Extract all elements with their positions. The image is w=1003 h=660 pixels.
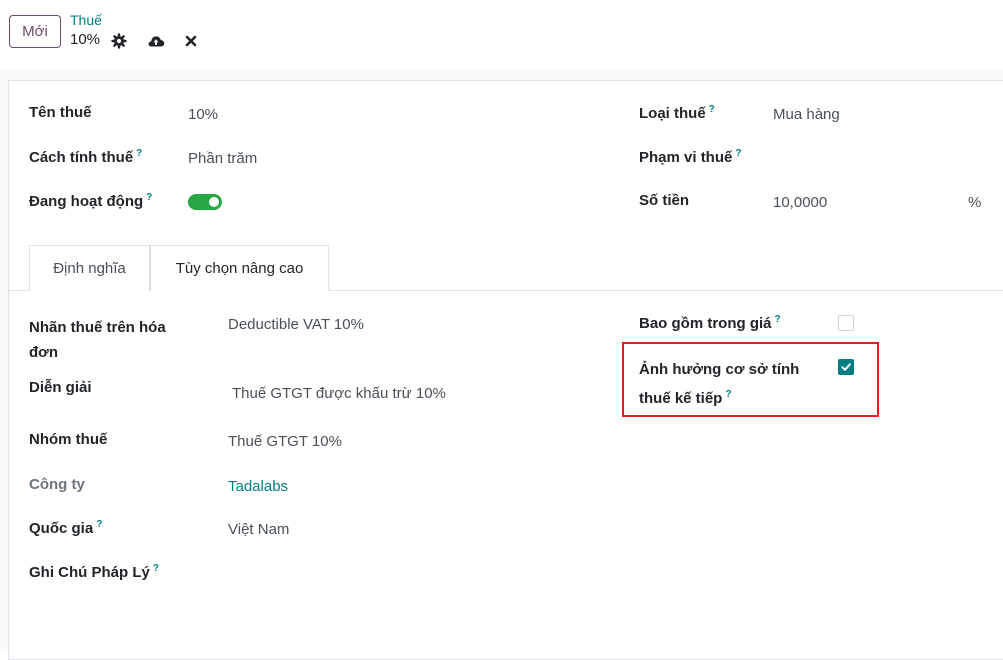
- country-label: Quốc gia?: [29, 519, 102, 537]
- price-include-label-text: Bao gồm trong giá: [639, 315, 772, 332]
- tax-name-label: Tên thuế: [29, 104, 92, 121]
- tax-type-label-text: Loại thuế: [639, 105, 706, 122]
- company-link[interactable]: Tadalabs: [228, 478, 288, 495]
- breadcrumb-current: 10%: [70, 31, 101, 48]
- help-icon[interactable]: ?: [96, 519, 102, 530]
- active-label: Đang hoạt động?: [29, 192, 152, 210]
- tax-computation-label-text: Cách tính thuế: [29, 149, 134, 166]
- price-include-label: Bao gồm trong giá?: [639, 314, 781, 332]
- tax-scope-label-text: Phạm vi thuế: [639, 149, 733, 166]
- tab-definition[interactable]: Định nghĩa: [29, 245, 150, 291]
- help-icon[interactable]: ?: [735, 148, 741, 159]
- country-label-text: Quốc gia: [29, 520, 94, 537]
- description-label: Diễn giải: [29, 379, 92, 396]
- control-panel: Mới Thuế 10%: [0, 0, 1003, 71]
- new-button[interactable]: Mới: [9, 15, 61, 48]
- price-include-checkbox[interactable]: [838, 315, 854, 331]
- tax-computation-field[interactable]: Phần trăm: [188, 150, 257, 167]
- toggle-knob: [209, 197, 219, 207]
- help-icon[interactable]: ?: [153, 563, 159, 574]
- legal-notes-label-text: Ghi Chú Pháp Lý: [29, 564, 150, 581]
- company-label: Công ty: [29, 476, 85, 493]
- tax-computation-label: Cách tính thuế?: [29, 148, 142, 166]
- amount-unit: %: [968, 194, 982, 211]
- invoice-label-line2: đơn: [29, 344, 58, 361]
- highlight-box: [622, 342, 879, 417]
- active-label-text: Đang hoạt động: [29, 193, 144, 210]
- help-icon[interactable]: ?: [146, 192, 152, 203]
- cloud-upload-icon[interactable]: [147, 33, 165, 49]
- gear-icon[interactable]: [111, 33, 127, 49]
- tax-name-field[interactable]: 10%: [188, 106, 218, 123]
- legal-notes-label: Ghi Chú Pháp Lý?: [29, 563, 159, 581]
- invoice-label-field[interactable]: Deductible VAT 10%: [228, 316, 364, 333]
- breadcrumb-parent[interactable]: Thuế: [70, 12, 102, 28]
- invoice-label-label: Nhãn thuế trên hóa đơn: [29, 315, 166, 365]
- help-icon[interactable]: ?: [775, 314, 781, 325]
- country-field[interactable]: Việt Nam: [228, 521, 289, 538]
- tax-group-field[interactable]: Thuế GTGT 10%: [228, 433, 342, 450]
- invoice-label-line1: Nhãn thuế trên hóa: [29, 319, 166, 336]
- amount-label: Số tiền: [639, 192, 690, 209]
- tax-type-label: Loại thuế?: [639, 104, 715, 122]
- description-field[interactable]: Thuế GTGT được khấu trừ 10%: [232, 385, 446, 402]
- tab-advanced-options[interactable]: Tùy chọn nâng cao: [150, 245, 329, 291]
- help-icon[interactable]: ?: [136, 148, 142, 159]
- amount-field[interactable]: 10,0000: [773, 194, 827, 211]
- tax-scope-label: Phạm vi thuế?: [639, 148, 741, 166]
- active-toggle[interactable]: [188, 194, 222, 210]
- tax-type-field[interactable]: Mua hàng: [773, 106, 840, 123]
- tax-group-label: Nhóm thuế: [29, 431, 108, 448]
- help-icon[interactable]: ?: [709, 104, 715, 115]
- close-icon[interactable]: [183, 33, 199, 49]
